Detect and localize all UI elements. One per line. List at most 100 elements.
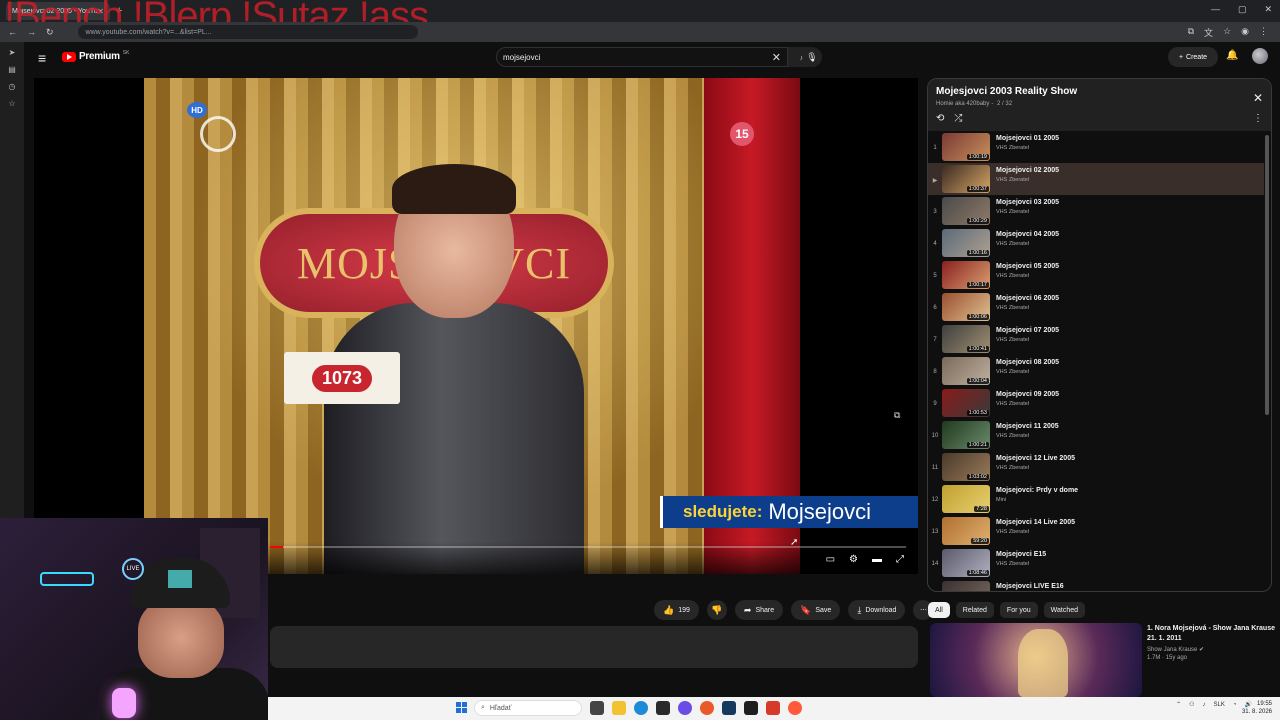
playlist-item-title[interactable]: Mojsejovci 12 Live 2005 xyxy=(996,455,1075,462)
firefox-icon[interactable] xyxy=(700,701,714,715)
chevron-up-icon[interactable]: ⌃ xyxy=(1176,701,1181,708)
new-tab-icon[interactable]: + xyxy=(116,5,122,17)
edge-browser-icon[interactable] xyxy=(634,701,648,715)
playlist-item-title[interactable]: Mojsejovci: Prdy v dome xyxy=(996,487,1078,494)
playlist-scrollbar[interactable] xyxy=(1265,135,1269,415)
app-icon[interactable] xyxy=(744,701,758,715)
taskbar-search-input[interactable]: ⌕ Hľadať xyxy=(474,700,582,716)
playlist-item-thumbnail[interactable]: 59:20 xyxy=(942,517,990,545)
playlist-item-thumbnail[interactable]: 1:00:17 xyxy=(942,261,990,289)
download-button[interactable]: ⤓ Download xyxy=(848,600,906,620)
loop-icon[interactable]: ⟲ xyxy=(936,113,944,124)
like-button[interactable]: 👍 199 xyxy=(654,600,699,620)
network-icon[interactable]: ⚇ xyxy=(1189,701,1194,708)
playlist-item[interactable]: 10 1:00:21 Mojsejovci 11 2005 VHS Zberatel xyxy=(928,419,1264,451)
playlist-item-title[interactable]: Mojsejovci 06 2005 xyxy=(996,295,1059,302)
close-window-icon[interactable]: ✕ xyxy=(1264,4,1272,15)
sidebar-inbox-icon[interactable]: ▤ xyxy=(8,65,16,74)
discord-icon[interactable] xyxy=(678,701,692,715)
theater-mode-icon[interactable]: ▬ xyxy=(872,554,882,565)
playlist-item-thumbnail[interactable]: 1:00:53 xyxy=(942,389,990,417)
language-indicator[interactable]: SLK xyxy=(1214,702,1225,708)
playlist-item-thumbnail[interactable]: 1:03:02 xyxy=(942,453,990,481)
menu-dots-icon[interactable]: ⋮ xyxy=(1259,26,1268,39)
playlist-item-title[interactable]: Mojsejovci 02 2005 xyxy=(996,167,1059,174)
playlist-item[interactable]: 1 1:00:19 Mojsejovci 01 2005 VHS Zberatel xyxy=(928,131,1264,163)
shuffle-icon[interactable]: ⤮ xyxy=(954,113,962,124)
description-box[interactable] xyxy=(270,626,918,668)
obs-icon[interactable] xyxy=(656,701,670,715)
playlist-item-thumbnail[interactable]: 1:00:06 xyxy=(942,293,990,321)
chip-all[interactable]: All xyxy=(928,602,950,618)
playlist-item[interactable]: 14 1:08:46 Mojsejovci E15 VHS Zberatel xyxy=(928,547,1264,579)
start-button-icon[interactable] xyxy=(456,702,468,714)
forward-icon[interactable]: → xyxy=(27,27,36,38)
playlist-item-title[interactable]: Mojsejovci 01 2005 xyxy=(996,135,1059,142)
progress-bar[interactable] xyxy=(270,546,906,548)
video-player[interactable]: MOJSEJOVCI 1073 HD 15 sledujete: Mojsejo… xyxy=(34,78,918,574)
related-video-title[interactable]: 1. Nora Mojsejová - Show Jana Krause 21.… xyxy=(1147,624,1277,644)
playlist-item[interactable]: 12 7:28 Mojsejovci: Prdy v dome Mini xyxy=(928,483,1264,515)
playlist-item-title[interactable]: Mojsejovci 07 2005 xyxy=(996,327,1059,334)
sidebar-history-icon[interactable]: ◷ xyxy=(9,82,16,91)
maximize-icon[interactable]: ▢ xyxy=(1238,4,1247,15)
close-tab-icon[interactable]: ✕ xyxy=(97,7,104,16)
playlist-item-thumbnail[interactable]: 1:00:29 xyxy=(942,197,990,225)
playlist-item[interactable]: 4 1:00:16 Mojsejovci 04 2005 VHS Zberatel xyxy=(928,227,1264,259)
playlist-item-thumbnail[interactable] xyxy=(942,581,990,591)
playlist-item-title[interactable]: Mojsejovci 14 Live 2005 xyxy=(996,519,1075,526)
playlist-item-title[interactable]: Mojsejovci E15 xyxy=(996,551,1046,558)
steam-icon[interactable] xyxy=(722,701,736,715)
account-avatar[interactable] xyxy=(1252,48,1268,64)
playlist-item-thumbnail[interactable]: 1:00:16 xyxy=(942,229,990,257)
playlist-item[interactable]: 5 1:00:17 Mojsejovci 05 2005 VHS Zberatel xyxy=(928,259,1264,291)
playlist-item-thumbnail[interactable]: 1:00:37 xyxy=(942,165,990,193)
playlist-menu-icon[interactable]: ⋮ xyxy=(1253,113,1263,124)
back-icon[interactable]: ← xyxy=(8,27,17,38)
close-playlist-icon[interactable]: ✕ xyxy=(1253,91,1263,105)
youtube-logo[interactable]: Premium SK xyxy=(62,50,129,62)
related-video-info[interactable]: 1. Nora Mojsejová - Show Jana Krause 21.… xyxy=(1147,624,1277,661)
browser-icon[interactable] xyxy=(788,701,802,715)
playlist-item[interactable]: 7 1:00:41 Mojsejovci 07 2005 VHS Zberatel xyxy=(928,323,1264,355)
share-button[interactable]: ➦ Share xyxy=(734,600,784,620)
star-icon[interactable]: ☆ xyxy=(1223,26,1231,39)
playlist-item-thumbnail[interactable]: 1:00:19 xyxy=(942,133,990,161)
wifi-icon[interactable]: ◔ xyxy=(1233,702,1237,708)
playlist-item-thumbnail[interactable]: 1:00:04 xyxy=(942,357,990,385)
search-input[interactable]: mojsejovci ✕ xyxy=(496,47,788,67)
playlist-item[interactable]: 6 1:00:06 Mojsejovci 06 2005 VHS Zberatel xyxy=(928,291,1264,323)
playlist-item-thumbnail[interactable]: 1:08:46 xyxy=(942,549,990,577)
chip-for-you[interactable]: For you xyxy=(999,602,1038,618)
task-view-icon[interactable] xyxy=(590,701,604,715)
fullscreen-icon[interactable]: ⤢ xyxy=(896,554,904,565)
playlist-item-title[interactable]: Mojsejovci LIVE E16 xyxy=(996,583,1064,590)
playlist-item-thumbnail[interactable]: 7:28 xyxy=(942,485,990,513)
notifications-bell-icon[interactable]: 🔔 xyxy=(1226,50,1238,61)
url-field[interactable]: www.youtube.com/watch?v=...&list=PL... xyxy=(77,25,418,39)
mic-tray-icon[interactable]: ♪ xyxy=(1203,702,1206,708)
playlist-item-title[interactable]: Mojsejovci 05 2005 xyxy=(996,263,1059,270)
reload-icon[interactable]: ↻ xyxy=(46,27,54,38)
related-video-thumbnail[interactable] xyxy=(930,623,1142,697)
voice-search-button[interactable]: 🎙 xyxy=(802,47,822,67)
clear-search-icon[interactable]: ✕ xyxy=(772,51,781,64)
playlist-item[interactable]: 9 1:00:53 Mojsejovci 09 2005 VHS Zberatel xyxy=(928,387,1264,419)
chip-related[interactable]: Related xyxy=(955,602,994,618)
profile-icon[interactable]: ◉ xyxy=(1241,26,1249,39)
save-button[interactable]: 🔖 Save xyxy=(791,600,841,620)
translate-icon[interactable]: 文 xyxy=(1204,26,1213,39)
miniplayer-icon[interactable]: ⧉ xyxy=(894,410,900,421)
create-button[interactable]: + Create xyxy=(1168,47,1218,67)
playlist-item[interactable]: 13 59:20 Mojsejovci 14 Live 2005 VHS Zberat… xyxy=(928,515,1264,547)
file-explorer-icon[interactable] xyxy=(612,701,626,715)
playlist-item-title[interactable]: Mojsejovci 03 2005 xyxy=(996,199,1059,206)
dislike-button[interactable]: 👎 xyxy=(706,600,727,620)
hamburger-menu-icon[interactable]: ≡ xyxy=(38,50,46,66)
playlist-item-title[interactable]: Mojsejovci 04 2005 xyxy=(996,231,1059,238)
playlist-item[interactable]: ▶ 1:00:37 Mojsejovci 02 2005 VHS Zberatel xyxy=(928,163,1264,195)
playlist-item-thumbnail[interactable]: 1:00:21 xyxy=(942,421,990,449)
playlist-item-thumbnail[interactable]: 1:00:41 xyxy=(942,325,990,353)
playlist-title[interactable]: Mojesjovci 2003 Reality Show xyxy=(936,86,1077,97)
playlist-item[interactable]: 15Mojsejovci LIVE E16 xyxy=(928,579,1264,591)
